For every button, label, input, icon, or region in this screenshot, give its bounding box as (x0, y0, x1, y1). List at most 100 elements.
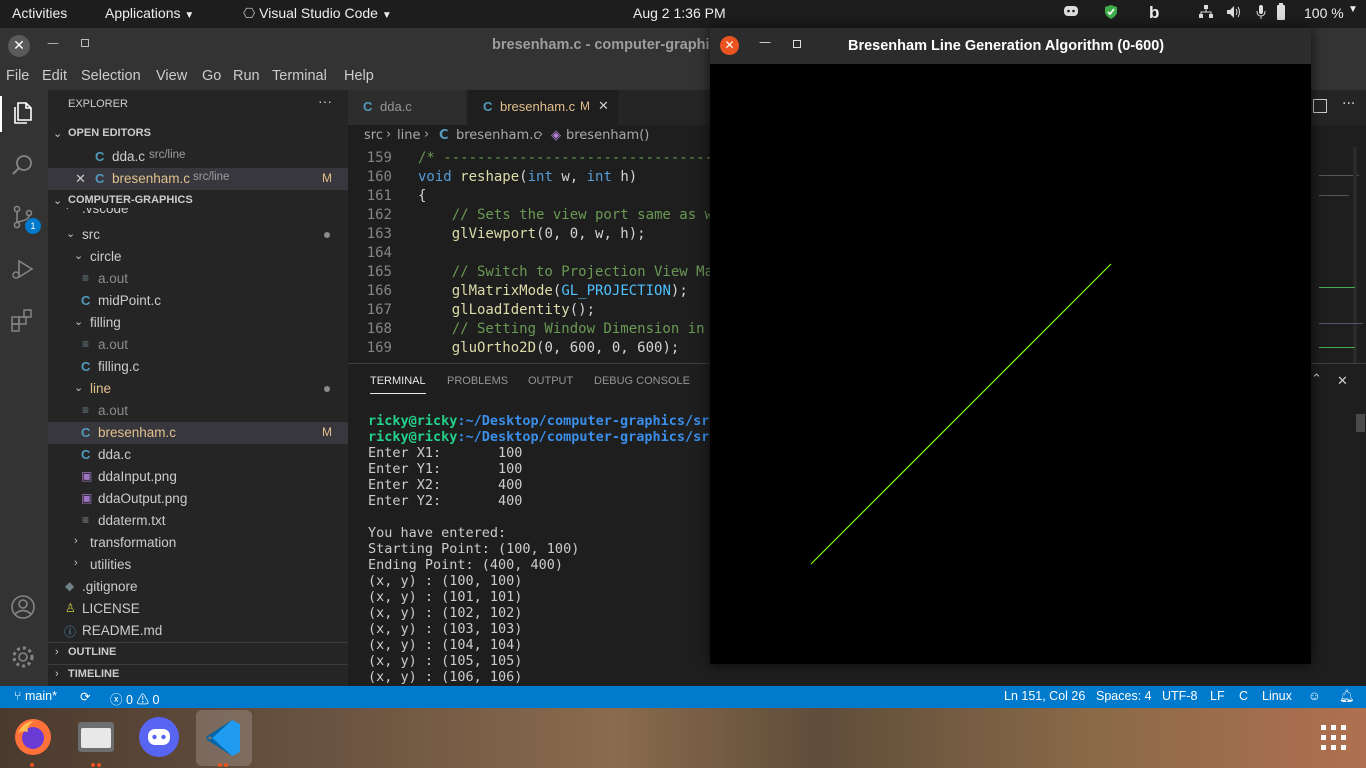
shield-tray-icon[interactable] (1104, 4, 1118, 23)
branch-indicator[interactable]: ⑂ main* (14, 689, 57, 703)
clock[interactable]: Aug 2 1:36 PM (633, 5, 726, 21)
window-minimize-button[interactable]: — (47, 36, 59, 50)
menu-selection[interactable]: Selection (81, 68, 141, 84)
menu-terminal[interactable]: Terminal (272, 68, 327, 84)
close-editor-icon[interactable]: ✕ (75, 171, 86, 187)
gl-canvas[interactable] (711, 64, 1311, 664)
tree-folder-filling[interactable]: ⌄ filling (48, 312, 348, 334)
c-file-icon: C (363, 99, 373, 114)
app-menu[interactable]: ⎔ Visual Studio Code ▼ (243, 5, 392, 22)
accounts-icon[interactable] (10, 594, 38, 622)
window-maximize-button[interactable] (81, 39, 89, 47)
menu-view[interactable]: View (156, 68, 187, 84)
terminal-output[interactable]: ricky@ricky:~/Desktop/computer-graphics/… (368, 413, 718, 685)
notifications-bell-icon[interactable]: 🔔︎ (1339, 689, 1355, 704)
extensions-icon[interactable] (10, 308, 38, 336)
discord-icon[interactable] (138, 716, 180, 758)
tab-terminal[interactable]: TERMINAL (370, 375, 426, 394)
system-menu-arrow-icon[interactable]: ▼ (1348, 4, 1358, 15)
terminal-scrollbar[interactable] (1356, 414, 1365, 432)
tree-file[interactable]: Cdda.c (48, 444, 348, 466)
tab-problems[interactable]: PROBLEMS (447, 375, 508, 387)
run-debug-icon[interactable] (10, 256, 38, 284)
gl-window-minimize-button[interactable]: — (759, 35, 771, 49)
tab-dda[interactable]: C dda.c (348, 90, 466, 125)
open-editor-item-active[interactable]: ✕ Cbresenham.c src/line M (48, 168, 348, 190)
explorer-icon[interactable] (10, 100, 38, 128)
menu-go[interactable]: Go (202, 68, 221, 84)
minimap[interactable] (1310, 147, 1366, 363)
tree-file[interactable]: ◆ .gitignore (48, 576, 348, 598)
menu-edit[interactable]: Edit (42, 68, 67, 84)
tree-file[interactable]: ≡ a.out (48, 334, 348, 356)
more-actions-icon[interactable]: ··· (318, 93, 332, 109)
close-panel-icon[interactable]: ✕ (1337, 374, 1348, 389)
tree-folder-line[interactable]: ⌄ line (48, 378, 348, 400)
gl-window-maximize-button[interactable] (793, 40, 801, 48)
feedback-icon[interactable]: ☺ (1308, 689, 1321, 703)
platform[interactable]: Linux (1262, 689, 1292, 703)
gl-window-close-button[interactable]: ✕ (720, 36, 739, 55)
maximize-panel-icon[interactable]: ⌃ (1311, 372, 1322, 387)
indentation[interactable]: Spaces: 4 (1096, 689, 1152, 703)
applications-menu[interactable]: Applications ▼ (105, 5, 194, 21)
menu-run[interactable]: Run (233, 68, 260, 84)
tree-file-selected[interactable]: Cbresenham.c M (48, 422, 348, 444)
language-mode[interactable]: C (1239, 689, 1248, 703)
tree-file[interactable]: ≡ a.out (48, 268, 348, 290)
network-icon[interactable] (1198, 4, 1214, 23)
battery-icon[interactable] (1276, 3, 1286, 24)
tree-folder-utilities[interactable]: › utilities (48, 554, 348, 576)
end-of-line[interactable]: LF (1210, 689, 1225, 703)
open-editors-header[interactable]: ⌄ OPEN EDITORS (48, 124, 348, 146)
timeline-header[interactable]: › TIMELINE (48, 664, 348, 686)
open-editor-item[interactable]: Cdda.c src/line (48, 146, 348, 168)
tree-file[interactable]: ≡ a.out (48, 400, 348, 422)
chevron-right-icon: › (55, 646, 59, 658)
window-close-button[interactable]: ✕ (8, 35, 30, 57)
encoding[interactable]: UTF-8 (1162, 689, 1197, 703)
tree-file[interactable]: ⓘ README.md (48, 620, 348, 642)
cursor-position[interactable]: Ln 151, Col 26 (1004, 689, 1085, 703)
tree-folder-vscode[interactable]: ›.vscode (48, 208, 348, 222)
more-actions-icon[interactable]: ··· (1342, 96, 1355, 112)
search-icon[interactable] (10, 152, 38, 180)
microphone-icon[interactable] (1255, 4, 1267, 23)
files-icon[interactable] (76, 718, 116, 756)
tree-file[interactable]: ▣ ddaOutput.png (48, 488, 348, 510)
menu-file[interactable]: File (6, 68, 29, 84)
discord-tray-icon[interactable] (1063, 4, 1079, 21)
show-applications-grid-icon[interactable] (1320, 724, 1348, 752)
activities-button[interactable]: Activities (12, 5, 67, 21)
bing-tray-icon[interactable]: b (1149, 3, 1159, 23)
tab-bresenham[interactable]: C bresenham.c M ✕ (468, 90, 618, 125)
code-line: { (418, 188, 427, 204)
terminal-line: (x, y) : (102, 102) (368, 605, 523, 621)
tree-folder-transformation[interactable]: › transformation (48, 532, 348, 554)
opengl-window[interactable]: ✕ — Bresenham Line Generation Algorithm … (710, 28, 1311, 664)
image-file-icon: ▣ (81, 469, 93, 483)
outline-header[interactable]: › OUTLINE (48, 642, 348, 664)
sync-icon[interactable]: ⟳ (80, 689, 90, 704)
tree-file[interactable]: Cfilling.c (48, 356, 348, 378)
code-line: glViewport(0, 0, w, h); (451, 226, 646, 242)
menu-help[interactable]: Help (344, 68, 374, 84)
settings-gear-icon[interactable] (10, 644, 38, 672)
opengl-title-bar[interactable]: ✕ — Bresenham Line Generation Algorithm … (710, 28, 1311, 64)
tree-folder-src[interactable]: ⌄ src (48, 224, 348, 246)
tree-file[interactable]: CmidPoint.c (48, 290, 348, 312)
tab-output[interactable]: OUTPUT (528, 375, 573, 387)
problems-indicator[interactable]: ⓧ 0 ⚠ 0 (110, 689, 159, 708)
volume-icon[interactable] (1226, 4, 1242, 23)
close-tab-icon[interactable]: ✕ (598, 98, 609, 114)
tree-file[interactable]: ♙ LICENSE (48, 598, 348, 620)
c-file-icon: C (95, 171, 105, 186)
firefox-icon[interactable] (12, 716, 54, 758)
tree-folder-circle[interactable]: ⌄ circle (48, 246, 348, 268)
vscode-dock-icon[interactable] (196, 710, 252, 766)
tree-file[interactable]: ▣ ddaInput.png (48, 466, 348, 488)
battery-percentage[interactable]: 100 % (1304, 5, 1344, 21)
tab-debug-console[interactable]: DEBUG CONSOLE (594, 375, 690, 387)
split-editor-icon[interactable] (1313, 99, 1327, 113)
tree-file[interactable]: ≡ ddaterm.txt (48, 510, 348, 532)
